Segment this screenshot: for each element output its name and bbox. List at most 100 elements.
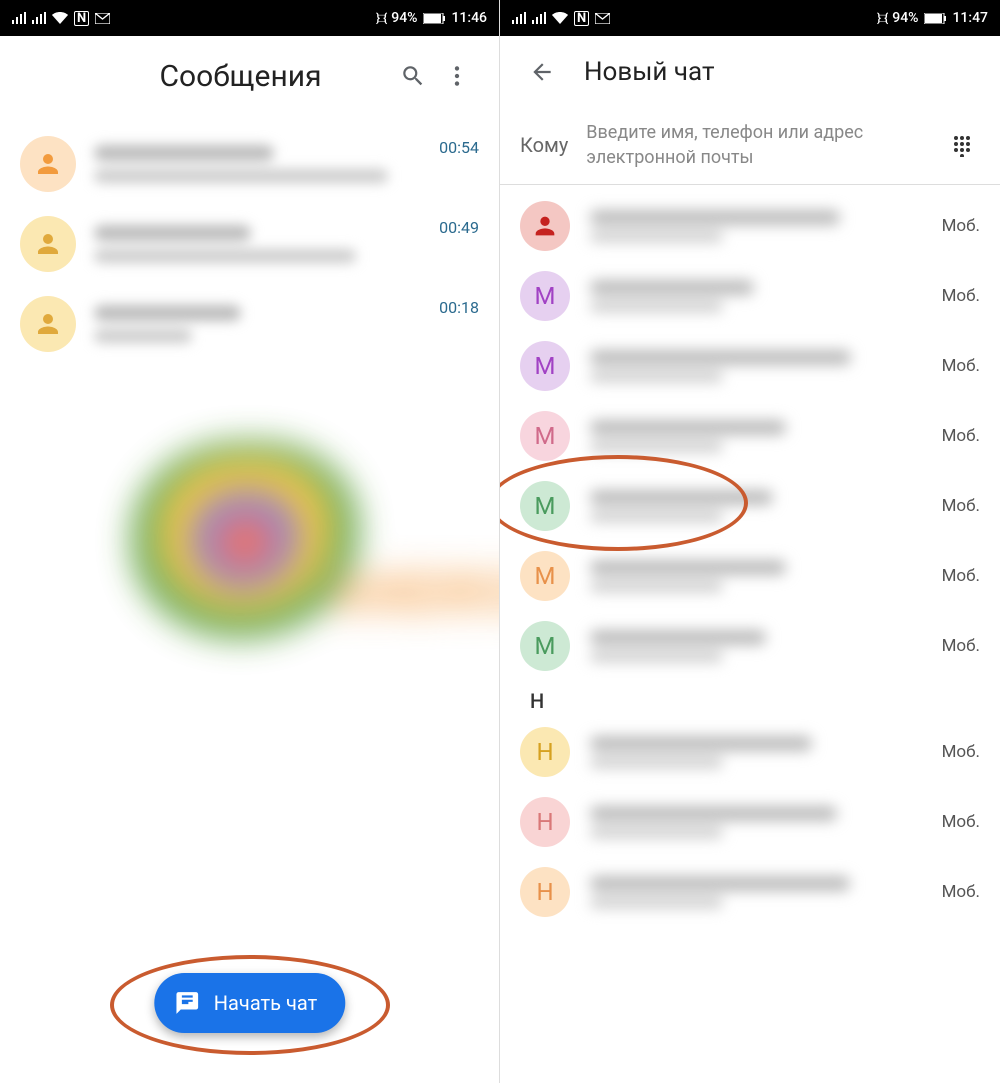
contact-name-blurred	[590, 210, 922, 242]
conversation-item[interactable]: 00:54	[0, 124, 499, 204]
contact-type-label: Моб.	[942, 426, 980, 446]
avatar	[20, 216, 76, 272]
signal-1-icon	[12, 12, 26, 24]
contact-type-label: Моб.	[942, 882, 980, 902]
contact-item[interactable]: М Моб.	[500, 331, 1000, 401]
contact-item[interactable]: Н Моб.	[500, 787, 1000, 857]
contact-name-blurred	[590, 806, 922, 838]
contact-item[interactable]: Моб.	[500, 191, 1000, 261]
more-vert-icon	[444, 63, 470, 89]
contact-name-blurred	[590, 280, 922, 312]
watermark-background: ANDROID	[120, 420, 500, 680]
battery-percent: 94%	[391, 10, 417, 26]
contact-type-label: Моб.	[942, 812, 980, 832]
contact-avatar: М	[520, 481, 570, 531]
contact-type-label: Моб.	[942, 636, 980, 656]
dialpad-icon	[950, 133, 974, 157]
contact-avatar: Н	[520, 797, 570, 847]
search-button[interactable]	[391, 54, 435, 98]
wifi-icon	[552, 12, 568, 24]
conversation-time: 00:49	[439, 218, 479, 237]
contact-type-label: Моб.	[942, 216, 980, 236]
contact-name-blurred	[590, 420, 922, 452]
page-title: Сообщения	[30, 59, 391, 94]
clock-time: 11:47	[952, 10, 988, 26]
chat-icon	[174, 990, 200, 1016]
contact-type-label: Моб.	[942, 496, 980, 516]
conversation-item[interactable]: 00:18	[0, 284, 499, 364]
contact-item[interactable]: М Моб.	[500, 261, 1000, 331]
battery-icon	[924, 13, 946, 24]
contact-type-label: Моб.	[942, 566, 980, 586]
contact-avatar: М	[520, 341, 570, 391]
contact-name-blurred	[590, 560, 922, 592]
contact-avatar: М	[520, 271, 570, 321]
conversation-preview	[94, 225, 421, 263]
more-button[interactable]	[435, 54, 479, 98]
avatar	[20, 296, 76, 352]
contact-item[interactable]: Н Моб.	[500, 717, 1000, 787]
section-header-h: Н	[500, 681, 1000, 717]
app-bar-messages: Сообщения	[0, 36, 499, 116]
person-icon	[33, 309, 63, 339]
contact-item[interactable]: М Моб.	[500, 401, 1000, 471]
vibrate-icon: }□{	[376, 11, 385, 25]
contact-name-blurred	[590, 736, 922, 768]
new-chat-screen: N }□{ 94% 11:47 Новый чат Кому Введите и…	[500, 0, 1000, 1083]
status-bar-left: N }□{ 94% 11:46	[0, 0, 499, 36]
nfc-icon: N	[574, 11, 589, 26]
contact-avatar	[520, 201, 570, 251]
contact-item[interactable]: М Моб.	[500, 541, 1000, 611]
battery-percent: 94%	[892, 10, 918, 26]
contact-type-label: Моб.	[942, 742, 980, 762]
signal-2-icon	[532, 12, 546, 24]
battery-icon	[423, 13, 445, 24]
conversation-preview	[94, 305, 421, 343]
nfc-icon: N	[74, 11, 89, 26]
person-icon	[33, 149, 63, 179]
conversation-time: 00:54	[439, 138, 479, 157]
contact-list: Моб. М Моб. М Моб. М Моб. М Моб. М Моб. М Моб. Н Н Мо…	[500, 185, 1000, 927]
contact-item[interactable]: Н Моб.	[500, 857, 1000, 927]
contact-avatar: Н	[520, 727, 570, 777]
contact-name-blurred	[590, 876, 922, 908]
to-label: Кому	[520, 133, 568, 157]
start-chat-fab[interactable]: Начать чат	[154, 973, 345, 1033]
contact-item[interactable]: М Моб.	[500, 471, 1000, 541]
fab-label: Начать чат	[214, 991, 317, 1015]
status-bar-right: N }□{ 94% 11:47	[500, 0, 1000, 36]
contact-avatar: М	[520, 551, 570, 601]
signal-2-icon	[32, 12, 46, 24]
contact-name-blurred	[590, 490, 922, 522]
dialpad-button[interactable]	[944, 127, 980, 163]
recipient-row: Кому Введите имя, телефон или адрес элек…	[500, 108, 1000, 185]
app-bar-newchat: Новый чат	[500, 36, 1000, 108]
contact-type-label: Моб.	[942, 286, 980, 306]
wifi-icon	[52, 12, 68, 24]
recipient-input[interactable]: Введите имя, телефон или адрес электронн…	[586, 120, 926, 170]
clock-time: 11:46	[451, 10, 487, 26]
person-icon	[531, 212, 559, 240]
mail-icon	[595, 13, 610, 24]
mail-icon	[95, 13, 110, 24]
page-title: Новый чат	[584, 57, 714, 87]
conversation-item[interactable]: 00:49	[0, 204, 499, 284]
back-button[interactable]	[520, 50, 564, 94]
conversation-preview	[94, 145, 421, 183]
messages-screen: N }□{ 94% 11:46 Сообщения 00:54 00:49	[0, 0, 500, 1083]
vibrate-icon: }□{	[877, 11, 886, 25]
contact-type-label: Моб.	[942, 356, 980, 376]
contact-name-blurred	[590, 350, 922, 382]
contact-avatar: Н	[520, 867, 570, 917]
avatar	[20, 136, 76, 192]
person-icon	[33, 229, 63, 259]
conversation-time: 00:18	[439, 298, 479, 317]
search-icon	[400, 63, 426, 89]
signal-1-icon	[512, 12, 526, 24]
arrow-back-icon	[529, 59, 555, 85]
contact-item[interactable]: М Моб.	[500, 611, 1000, 681]
contact-name-blurred	[590, 630, 922, 662]
conversation-list: 00:54 00:49 00:18	[0, 116, 499, 364]
contact-avatar: М	[520, 411, 570, 461]
contact-avatar: М	[520, 621, 570, 671]
